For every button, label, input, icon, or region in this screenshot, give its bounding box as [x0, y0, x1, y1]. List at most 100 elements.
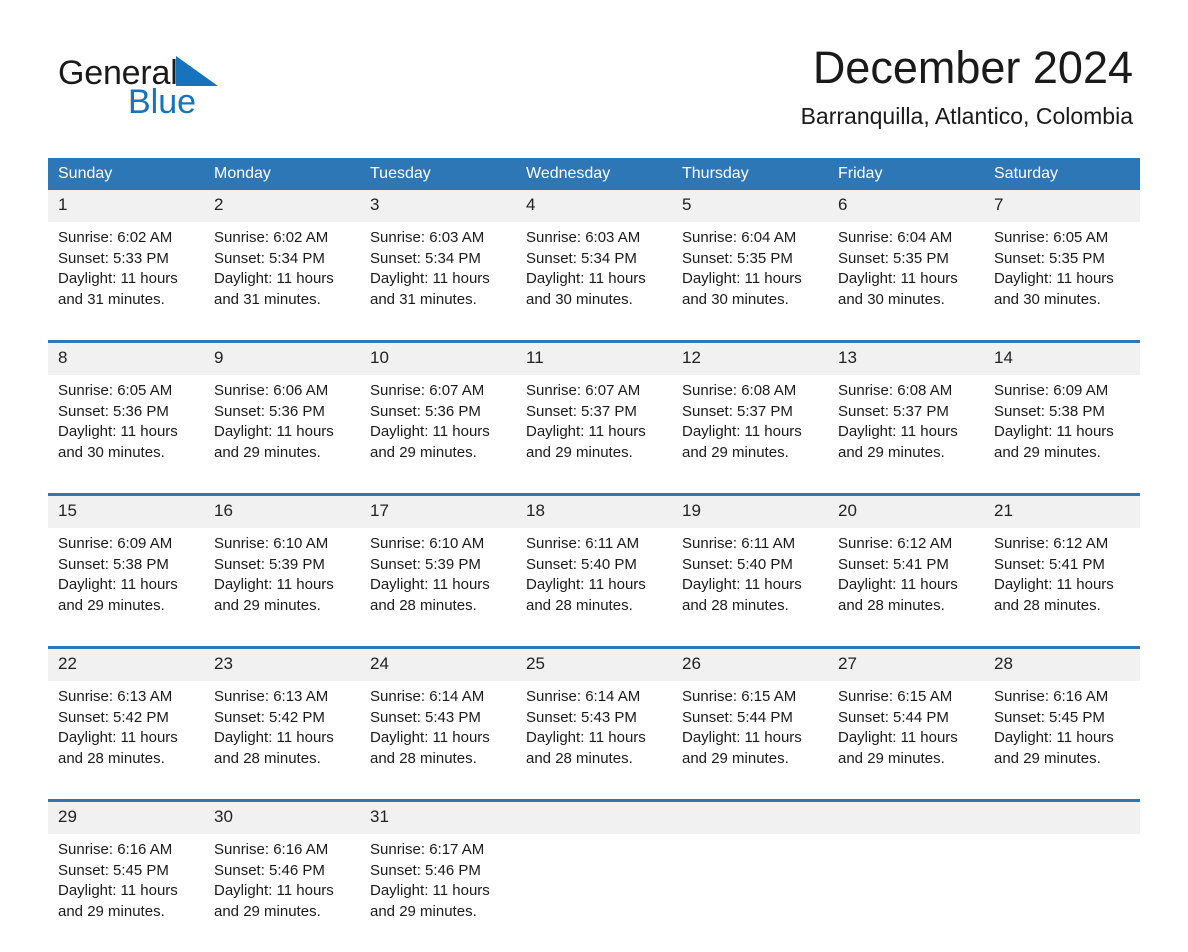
- day-number-10[interactable]: 10: [360, 343, 516, 375]
- daylight-text: Daylight: 11 hours and 28 minutes.: [682, 576, 802, 614]
- day-cell-17[interactable]: Sunrise: 6:10 AM Sunset: 5:39 PM Daylight:…: [360, 528, 516, 646]
- generalblue-logo[interactable]: General Blue: [58, 56, 258, 122]
- daylight-text: Daylight: 11 hours and 29 minutes.: [682, 423, 802, 461]
- day-number-9[interactable]: 9: [204, 343, 360, 375]
- day-cell-22[interactable]: Sunrise: 6:13 AM Sunset: 5:42 PM Daylight:…: [48, 681, 204, 799]
- sunrise-text: Sunrise: 6:02 AM: [58, 229, 173, 246]
- calendar-header-row: Sunday Monday Tuesday Wednesday Thursday…: [48, 158, 1140, 190]
- day-number-4[interactable]: 4: [516, 190, 672, 222]
- day-cell-18[interactable]: Sunrise: 6:11 AM Sunset: 5:40 PM Daylight:…: [516, 528, 672, 646]
- daylight-text: Daylight: 11 hours and 30 minutes.: [526, 270, 646, 308]
- day-number-12[interactable]: 12: [672, 343, 828, 375]
- day-cell-24[interactable]: Sunrise: 6:14 AM Sunset: 5:43 PM Daylight:…: [360, 681, 516, 799]
- day-cell-20[interactable]: Sunrise: 6:12 AM Sunset: 5:41 PM Daylight:…: [828, 528, 984, 646]
- daylight-text: Daylight: 11 hours and 29 minutes.: [682, 729, 802, 767]
- week-detail-row: Sunrise: 6:09 AM Sunset: 5:38 PM Daylight:…: [48, 528, 1140, 646]
- day-number-11[interactable]: 11: [516, 343, 672, 375]
- day-cell-1[interactable]: Sunrise: 6:02 AM Sunset: 5:33 PM Daylight:…: [48, 222, 204, 340]
- sunrise-text: Sunrise: 6:11 AM: [526, 535, 640, 552]
- sunset-text: Sunset: 5:35 PM: [994, 249, 1105, 267]
- sunset-text: Sunset: 5:37 PM: [838, 402, 949, 420]
- day-cell-5[interactable]: Sunrise: 6:04 AM Sunset: 5:35 PM Daylight:…: [672, 222, 828, 340]
- sunrise-text: Sunrise: 6:04 AM: [838, 229, 953, 246]
- sunrise-text: Sunrise: 6:11 AM: [682, 535, 796, 552]
- day-number-22[interactable]: 22: [48, 649, 204, 681]
- sunset-text: Sunset: 5:40 PM: [682, 555, 793, 573]
- daylight-text: Daylight: 11 hours and 29 minutes.: [838, 729, 958, 767]
- sunset-text: Sunset: 5:44 PM: [838, 708, 949, 726]
- day-number-3[interactable]: 3: [360, 190, 516, 222]
- day-number-26[interactable]: 26: [672, 649, 828, 681]
- sunrise-text: Sunrise: 6:05 AM: [994, 229, 1109, 246]
- day-cell-6[interactable]: Sunrise: 6:04 AM Sunset: 5:35 PM Daylight:…: [828, 222, 984, 340]
- weekday-header-sunday: Sunday: [48, 158, 204, 190]
- day-number-1[interactable]: 1: [48, 190, 204, 222]
- sunrise-text: Sunrise: 6:07 AM: [526, 382, 641, 399]
- day-number-28[interactable]: 28: [984, 649, 1140, 681]
- day-cell-31[interactable]: Sunrise: 6:17 AM Sunset: 5:46 PM Daylight:…: [360, 834, 516, 952]
- day-cell-13[interactable]: Sunrise: 6:08 AM Sunset: 5:37 PM Daylight:…: [828, 375, 984, 493]
- sunset-text: Sunset: 5:42 PM: [214, 708, 325, 726]
- day-cell-14[interactable]: Sunrise: 6:09 AM Sunset: 5:38 PM Daylight:…: [984, 375, 1140, 493]
- sunset-text: Sunset: 5:37 PM: [526, 402, 637, 420]
- day-number-15[interactable]: 15: [48, 496, 204, 528]
- day-cell-16[interactable]: Sunrise: 6:10 AM Sunset: 5:39 PM Daylight:…: [204, 528, 360, 646]
- day-number-31[interactable]: 31: [360, 802, 516, 834]
- day-cell-15[interactable]: Sunrise: 6:09 AM Sunset: 5:38 PM Daylight:…: [48, 528, 204, 646]
- day-cell-27[interactable]: Sunrise: 6:15 AM Sunset: 5:44 PM Daylight:…: [828, 681, 984, 799]
- day-cell-30[interactable]: Sunrise: 6:16 AM Sunset: 5:46 PM Daylight:…: [204, 834, 360, 952]
- day-number-27[interactable]: 27: [828, 649, 984, 681]
- day-number-25[interactable]: 25: [516, 649, 672, 681]
- daylight-text: Daylight: 11 hours and 28 minutes.: [838, 576, 958, 614]
- day-number-23[interactable]: 23: [204, 649, 360, 681]
- day-number-20[interactable]: 20: [828, 496, 984, 528]
- day-number-16[interactable]: 16: [204, 496, 360, 528]
- day-cell-4[interactable]: Sunrise: 6:03 AM Sunset: 5:34 PM Daylight:…: [516, 222, 672, 340]
- daylight-text: Daylight: 11 hours and 29 minutes.: [370, 423, 490, 461]
- week-detail-row: Sunrise: 6:05 AM Sunset: 5:36 PM Daylight:…: [48, 375, 1140, 493]
- day-cell-23[interactable]: Sunrise: 6:13 AM Sunset: 5:42 PM Daylight:…: [204, 681, 360, 799]
- day-cell-28[interactable]: Sunrise: 6:16 AM Sunset: 5:45 PM Daylight:…: [984, 681, 1140, 799]
- day-cell-29[interactable]: Sunrise: 6:16 AM Sunset: 5:45 PM Daylight:…: [48, 834, 204, 952]
- day-number-21[interactable]: 21: [984, 496, 1140, 528]
- day-cell-26[interactable]: Sunrise: 6:15 AM Sunset: 5:44 PM Daylight:…: [672, 681, 828, 799]
- sunset-text: Sunset: 5:43 PM: [370, 708, 481, 726]
- daylight-text: Daylight: 11 hours and 28 minutes.: [526, 576, 646, 614]
- sunrise-text: Sunrise: 6:02 AM: [214, 229, 329, 246]
- day-number-5[interactable]: 5: [672, 190, 828, 222]
- day-number-18[interactable]: 18: [516, 496, 672, 528]
- day-cell-21[interactable]: Sunrise: 6:12 AM Sunset: 5:41 PM Daylight:…: [984, 528, 1140, 646]
- day-cell-12[interactable]: Sunrise: 6:08 AM Sunset: 5:37 PM Daylight:…: [672, 375, 828, 493]
- week-daynumber-row: 8 9 10 11 12 13 14: [48, 343, 1140, 375]
- day-number-24[interactable]: 24: [360, 649, 516, 681]
- week-daynumber-row: 1234567: [48, 190, 1140, 222]
- sunset-text: Sunset: 5:40 PM: [526, 555, 637, 573]
- day-number-13[interactable]: 13: [828, 343, 984, 375]
- day-cell-3[interactable]: Sunrise: 6:03 AM Sunset: 5:34 PM Daylight:…: [360, 222, 516, 340]
- day-cell-8[interactable]: Sunrise: 6:05 AM Sunset: 5:36 PM Daylight:…: [48, 375, 204, 493]
- daylight-text: Daylight: 11 hours and 28 minutes.: [370, 576, 490, 614]
- day-number-30[interactable]: 30: [204, 802, 360, 834]
- calendar-container: Sunday Monday Tuesday Wednesday Thursday…: [48, 158, 1140, 952]
- sunrise-text: Sunrise: 6:13 AM: [58, 688, 173, 705]
- day-cell-10[interactable]: Sunrise: 6:07 AM Sunset: 5:36 PM Daylight:…: [360, 375, 516, 493]
- day-number-2[interactable]: 2: [204, 190, 360, 222]
- weekday-header-wednesday: Wednesday: [516, 158, 672, 190]
- day-number-29[interactable]: 29: [48, 802, 204, 834]
- day-number-14[interactable]: 14: [984, 343, 1140, 375]
- day-cell-25[interactable]: Sunrise: 6:14 AM Sunset: 5:43 PM Daylight:…: [516, 681, 672, 799]
- day-number-19[interactable]: 19: [672, 496, 828, 528]
- day-cell-19[interactable]: Sunrise: 6:11 AM Sunset: 5:40 PM Daylight:…: [672, 528, 828, 646]
- day-cell-9[interactable]: Sunrise: 6:06 AM Sunset: 5:36 PM Daylight:…: [204, 375, 360, 493]
- day-cell-2[interactable]: Sunrise: 6:02 AM Sunset: 5:34 PM Daylight:…: [204, 222, 360, 340]
- week-detail-row: Sunrise: 6:02 AM Sunset: 5:33 PM Daylight:…: [48, 222, 1140, 340]
- day-cell-11[interactable]: Sunrise: 6:07 AM Sunset: 5:37 PM Daylight:…: [516, 375, 672, 493]
- day-cell-empty: [516, 834, 672, 952]
- day-number-17[interactable]: 17: [360, 496, 516, 528]
- day-number-8[interactable]: 8: [48, 343, 204, 375]
- daylight-text: Daylight: 11 hours and 29 minutes.: [58, 882, 178, 920]
- day-number-6[interactable]: 6: [828, 190, 984, 222]
- day-cell-7[interactable]: Sunrise: 6:05 AM Sunset: 5:35 PM Daylight:…: [984, 222, 1140, 340]
- weekday-header-thursday: Thursday: [672, 158, 828, 190]
- day-number-7[interactable]: 7: [984, 190, 1140, 222]
